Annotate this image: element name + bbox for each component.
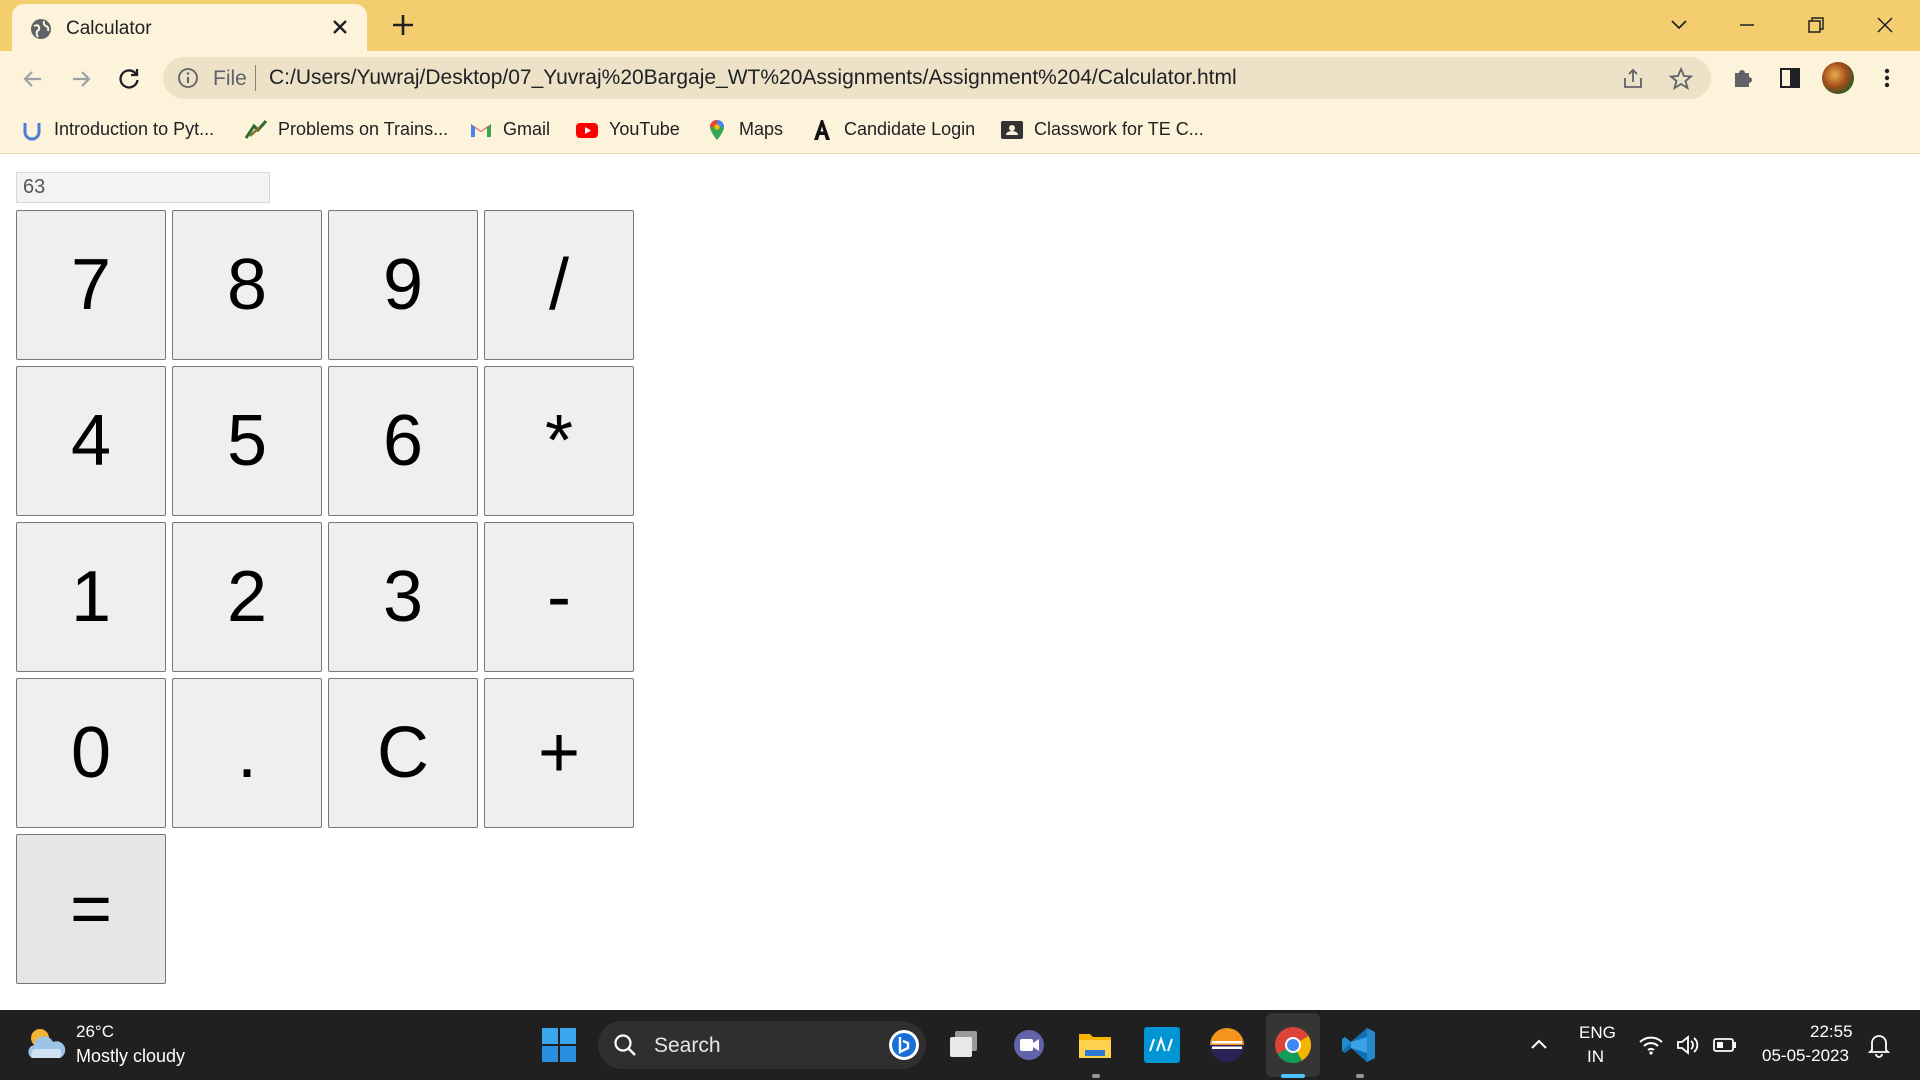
key-2[interactable]: 2 [172,522,322,672]
menu-kebab-icon[interactable] [1873,64,1901,92]
weather-condition: Mostly cloudy [76,1046,186,1066]
teams-chat-icon[interactable] [1009,1025,1049,1065]
udemy-icon [23,122,41,140]
bookmark-label: Maps [739,119,784,139]
bookmark-problems-on-trains[interactable]: Problems on Trains... [244,106,448,153]
language-label: ENG [1579,1023,1616,1042]
restore-icon[interactable] [1801,10,1831,40]
cloudy-weather-icon [28,1029,66,1058]
browser-toolbar: File C:/Users/Yuwraj/Desktop/07_Yuvraj%2… [0,51,1920,106]
maps-icon [710,119,724,140]
bookmark-label: YouTube [609,119,680,139]
bookmark-youtube[interactable]: YouTube [575,106,680,153]
tab-calculator[interactable]: Calculator [12,4,367,51]
taskbar: 26°C Mostly cloudy Search ENG IN 22:55 0… [0,1010,1920,1080]
key-6[interactable]: 6 [328,366,478,516]
key-divide[interactable]: / [484,210,634,360]
windows-start-icon[interactable] [541,1027,577,1063]
side-panel-icon[interactable] [1776,64,1804,92]
forward-icon[interactable] [67,65,95,93]
bookmark-label: Problems on Trains... [278,119,449,139]
tab-search-chevron-icon[interactable] [1664,10,1694,40]
back-icon[interactable] [19,65,47,93]
key-4[interactable]: 4 [16,366,166,516]
minimize-icon[interactable] [1732,10,1762,40]
close-icon[interactable] [329,16,351,38]
bookmark-label: Gmail [503,119,551,139]
wifi-icon[interactable] [1638,1032,1664,1058]
key-9[interactable]: 9 [328,210,478,360]
key-equals[interactable]: = [16,834,166,984]
bookmark-gmail[interactable]: Gmail [469,106,550,153]
running-indicator [1356,1074,1364,1078]
bookmark-label: Candidate Login [844,119,976,139]
key-clear[interactable]: C [328,678,478,828]
address-bar[interactable]: File C:/Users/Yuwraj/Desktop/07_Yuvraj%2… [163,57,1711,99]
active-indicator [1281,1074,1305,1078]
taskbar-search[interactable]: Search [598,1021,926,1069]
key-decimal[interactable]: . [172,678,322,828]
running-indicator [1092,1074,1100,1078]
omnibox-divider [255,65,256,91]
vscode-icon[interactable] [1339,1025,1379,1065]
new-tab-icon[interactable] [390,12,416,38]
extensions-icon[interactable] [1729,64,1757,92]
myhp-icon[interactable] [1142,1025,1182,1065]
bookmark-label: Classwork for TE C... [1034,119,1204,139]
search-icon [614,1034,636,1056]
bookmark-classwork[interactable]: Classwork for TE C... [1000,106,1204,153]
region-label: IN [1587,1047,1604,1066]
bookmark-candidate-login[interactable]: Candidate Login [810,106,975,153]
weather-temp: 26°C [76,1022,114,1041]
classroom-icon [1001,120,1023,139]
clock-time: 22:55 [1810,1022,1853,1041]
window-close-icon[interactable] [1870,10,1900,40]
key-8[interactable]: 8 [172,210,322,360]
chevron-up-icon[interactable] [1526,1032,1552,1058]
bookmark-introduction-to-python[interactable]: Introduction to Pyt... [20,106,214,153]
key-add[interactable]: + [484,678,634,828]
reload-icon[interactable] [115,65,143,93]
battery-icon[interactable] [1712,1032,1738,1058]
candidate-icon [814,119,830,140]
volume-icon[interactable] [1675,1032,1701,1058]
info-icon[interactable] [177,67,199,89]
youtube-icon [576,122,598,138]
url-text[interactable]: C:/Users/Yuwraj/Desktop/07_Yuvraj%20Barg… [269,66,1237,90]
clock-date: 05-05-2023 [1762,1046,1849,1065]
tab-title: Calculator [66,18,152,39]
bing-icon[interactable] [888,1029,920,1061]
key-multiply[interactable]: * [484,366,634,516]
key-7[interactable]: 7 [16,210,166,360]
key-3[interactable]: 3 [328,522,478,672]
key-1[interactable]: 1 [16,522,166,672]
key-0[interactable]: 0 [16,678,166,828]
chrome-icon[interactable] [1273,1025,1313,1065]
train-icon [244,119,268,139]
bookmark-maps[interactable]: Maps [705,106,783,153]
key-subtract[interactable]: - [484,522,634,672]
notifications-icon[interactable] [1866,1032,1892,1058]
url-scheme-label: File [213,67,247,90]
task-view-icon[interactable] [944,1025,984,1065]
share-icon[interactable] [1620,66,1646,92]
bookmark-label: Introduction to Pyt... [54,119,215,139]
gmail-icon [471,123,491,137]
calculator-display[interactable]: 63 [16,172,270,203]
globe-icon [31,19,51,39]
bookmarks-bar: Introduction to Pyt... Problems on Train… [0,106,1920,154]
profile-avatar[interactable] [1822,62,1854,94]
tab-strip: Calculator [0,0,1920,51]
file-explorer-icon[interactable] [1075,1025,1115,1065]
eclipse-icon[interactable] [1207,1025,1247,1065]
bookmark-star-icon[interactable] [1668,66,1694,92]
key-5[interactable]: 5 [172,366,322,516]
search-label: Search [654,1034,721,1057]
